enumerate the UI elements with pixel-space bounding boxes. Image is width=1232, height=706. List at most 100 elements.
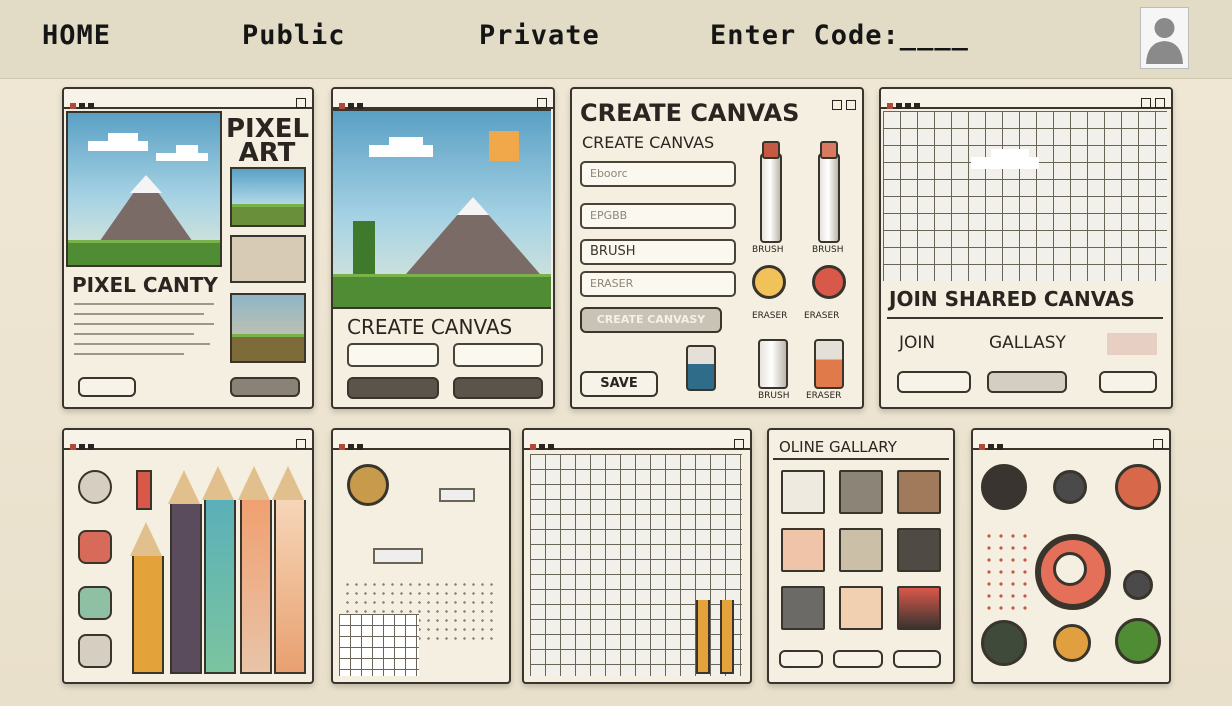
pencil-icon[interactable] bbox=[204, 500, 236, 674]
pencil-icon bbox=[168, 470, 200, 504]
gallery-thumbnail[interactable] bbox=[781, 470, 825, 514]
pixel-art-title: PIXEL ART bbox=[226, 114, 310, 168]
create-button[interactable] bbox=[347, 377, 439, 399]
pixel-sprite-icon bbox=[1115, 464, 1161, 510]
paint-jar-icon[interactable] bbox=[686, 345, 716, 391]
pixel-sprite-icon bbox=[1053, 470, 1087, 504]
pixel-sprite-icon bbox=[981, 620, 1027, 666]
window-controls-icon bbox=[292, 93, 306, 112]
mountain-scene-image bbox=[66, 111, 222, 267]
thumbnail-image bbox=[230, 167, 306, 227]
pixel-sprite-icon bbox=[1115, 618, 1161, 664]
tool-label: ERASER bbox=[806, 391, 842, 401]
eraser-tool-icon[interactable] bbox=[812, 265, 846, 299]
top-navigation-bar: HOME Public Private Enter Code:____ bbox=[0, 0, 1232, 79]
pencil-icon bbox=[136, 470, 152, 510]
pixel-grid-canvas[interactable] bbox=[530, 454, 742, 676]
pencil-icon[interactable] bbox=[170, 504, 202, 674]
gallery-thumbnail[interactable] bbox=[839, 528, 883, 572]
gallery-thumbnail[interactable] bbox=[897, 470, 941, 514]
pencil-icon bbox=[130, 522, 162, 556]
gallery-thumbnail[interactable] bbox=[781, 528, 825, 572]
eraser-field[interactable]: ERASER bbox=[580, 271, 736, 297]
panel-button[interactable] bbox=[987, 371, 1067, 393]
gallery-label[interactable]: GALLASY bbox=[989, 333, 1066, 353]
tool-icon[interactable] bbox=[78, 586, 112, 620]
panel-button[interactable] bbox=[897, 371, 971, 393]
tool-label: BRUSH bbox=[812, 245, 844, 255]
nav-public[interactable]: Public bbox=[242, 20, 346, 51]
canvas-size-input[interactable]: EPGBB bbox=[580, 203, 736, 229]
brush-field[interactable]: BRUSH bbox=[580, 239, 736, 265]
create-canvas-button[interactable]: CREATE CANVASY bbox=[580, 307, 722, 333]
gallery-thumbnail[interactable] bbox=[781, 586, 825, 630]
sprites-panel bbox=[971, 428, 1171, 684]
window-titlebar bbox=[64, 89, 312, 109]
gallery-thumbnail[interactable] bbox=[897, 528, 941, 572]
mountain-scene-image bbox=[333, 109, 551, 309]
brush-tool-icon[interactable] bbox=[752, 265, 786, 299]
create-canvas-form-panel: CREATE CANVAS CREATE CANVAS Eboorc EPGBB… bbox=[570, 87, 864, 409]
pencil-icon[interactable] bbox=[274, 500, 306, 674]
thumbnail-image bbox=[230, 293, 306, 363]
window-dots-icon bbox=[339, 435, 366, 454]
pencil-icon[interactable] bbox=[720, 600, 734, 674]
pixel-noise bbox=[983, 530, 1033, 610]
canvas-name-input[interactable]: Eboorc bbox=[580, 161, 736, 187]
online-gallery-heading: OLINE GALLARY bbox=[779, 438, 897, 456]
pixel-grid-small[interactable] bbox=[339, 614, 419, 676]
join-shared-canvas-heading: JOIN SHARED CANVAS bbox=[889, 287, 1135, 311]
window-dots-icon bbox=[979, 435, 1006, 454]
nav-home[interactable]: HOME bbox=[42, 20, 111, 51]
paint-tube-icon[interactable] bbox=[818, 153, 840, 243]
blank-grid-panel bbox=[522, 428, 752, 684]
paint-tube-icon[interactable] bbox=[760, 153, 782, 243]
nav-private[interactable]: Private bbox=[479, 20, 600, 51]
create-canvas-heading: CREATE CANVAS bbox=[347, 315, 513, 339]
canvas-name-input[interactable] bbox=[347, 343, 439, 367]
pixel-grid-canvas[interactable] bbox=[883, 111, 1167, 281]
gallery-button[interactable] bbox=[779, 650, 823, 668]
enter-code-input[interactable]: Enter Code:____ bbox=[710, 20, 969, 51]
gallery-thumbnail[interactable] bbox=[839, 470, 883, 514]
canvas-size-input[interactable] bbox=[453, 343, 543, 367]
tool-label: ERASER bbox=[804, 311, 840, 321]
window-controls-icon bbox=[1137, 93, 1165, 112]
gallery-button[interactable] bbox=[833, 650, 883, 668]
pencil-icon[interactable] bbox=[132, 556, 164, 674]
paint-jar-icon[interactable] bbox=[758, 339, 788, 389]
window-controls-icon bbox=[730, 434, 744, 453]
user-avatar-icon[interactable] bbox=[1140, 7, 1189, 69]
panel-button[interactable] bbox=[1099, 371, 1157, 393]
gallery-thumbnail[interactable] bbox=[897, 586, 941, 630]
window-controls-icon bbox=[292, 434, 306, 453]
panel-button[interactable] bbox=[78, 377, 136, 397]
pixel-sprite-icon bbox=[1053, 624, 1091, 662]
window-controls-icon bbox=[828, 95, 856, 114]
window-titlebar bbox=[973, 430, 1169, 450]
cancel-button[interactable] bbox=[453, 377, 543, 399]
save-button[interactable]: SAVE bbox=[580, 371, 658, 397]
gallery-thumbnail[interactable] bbox=[839, 586, 883, 630]
tool-label: ERASER bbox=[752, 311, 788, 321]
window-controls-icon bbox=[1149, 434, 1163, 453]
gallery-button[interactable] bbox=[893, 650, 941, 668]
tube-cap bbox=[820, 141, 838, 159]
tool-icon[interactable] bbox=[78, 530, 112, 564]
tool-icon[interactable] bbox=[78, 470, 112, 504]
pixel-sketch-panel bbox=[331, 428, 511, 684]
thumbnail-image bbox=[230, 235, 306, 283]
tool-icon[interactable] bbox=[78, 634, 112, 668]
pixel-sprite-icon bbox=[347, 464, 389, 506]
window-dots-icon bbox=[530, 435, 557, 454]
pencil-icon[interactable] bbox=[696, 600, 710, 674]
window-titlebar bbox=[333, 89, 553, 109]
paint-jar-icon[interactable] bbox=[814, 339, 844, 389]
create-canvas-title: CREATE CANVAS bbox=[580, 99, 800, 127]
panel-button[interactable] bbox=[230, 377, 300, 397]
pencil-icon bbox=[272, 466, 304, 500]
join-label[interactable]: JOIN bbox=[899, 333, 935, 353]
create-canvas-subtitle: CREATE CANVAS bbox=[582, 133, 715, 152]
pencil-icon[interactable] bbox=[240, 500, 272, 674]
tube-cap bbox=[762, 141, 780, 159]
